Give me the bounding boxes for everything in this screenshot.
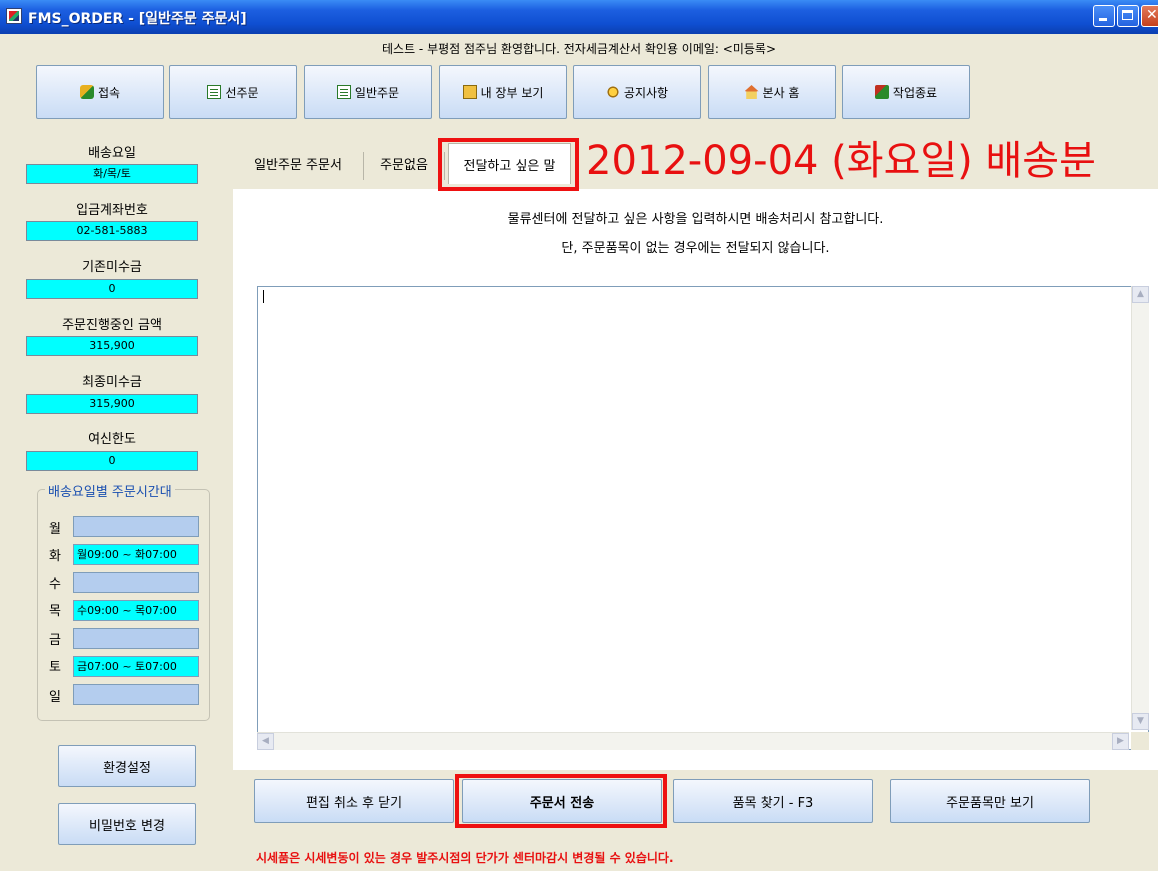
exit-work-button[interactable]: 작업종료 xyxy=(842,65,970,119)
schedule-tue: 월09:00 ~ 화07:00 xyxy=(73,544,199,565)
close-button[interactable] xyxy=(1141,5,1158,27)
message-textarea[interactable] xyxy=(257,286,1149,750)
in-progress-amount-label: 주문진행중인 금액 xyxy=(62,318,162,333)
send-order-button[interactable]: 주문서 전송 xyxy=(462,779,662,823)
minimize-button[interactable] xyxy=(1093,5,1115,27)
app-window: FMS_ORDER - [일반주문 주문서] 테스트 - 부평점 점주님 환영합… xyxy=(0,0,1158,871)
day-label-sat: 토 xyxy=(49,660,61,675)
schedule-mon xyxy=(73,516,199,537)
schedule-sat: 금07:00 ~ 토07:00 xyxy=(73,656,199,677)
notice-button[interactable]: 공지사항 xyxy=(573,65,701,119)
account-number-label: 입금계좌번호 xyxy=(76,203,148,218)
title-bar[interactable]: FMS_ORDER - [일반주문 주문서] xyxy=(0,0,1158,34)
welcome-message: 테스트 - 부평점 점주님 환영합니다. 전자세금계산서 확인용 이메일: <미… xyxy=(381,42,776,56)
day-label-wed: 수 xyxy=(49,577,61,592)
schedule-group-title: 배송요일별 주문시간대 xyxy=(45,481,175,500)
delivery-days-value: 화/목/토 xyxy=(26,164,198,184)
tab-message[interactable]: 전달하고 싶은 말 xyxy=(448,143,571,184)
home-icon xyxy=(744,85,759,99)
hq-home-button-label: 본사 홈 xyxy=(762,85,800,100)
plug-icon xyxy=(79,85,94,99)
credit-limit-value: 0 xyxy=(26,451,198,471)
general-order-button[interactable]: 일반주문 xyxy=(304,65,432,119)
my-ledger-button-label: 내 장부 보기 xyxy=(480,85,544,100)
change-password-button[interactable]: 비밀번호 변경 xyxy=(58,803,196,845)
list-icon xyxy=(336,85,351,99)
exit-icon xyxy=(874,85,889,99)
delivery-date-title: 2012-09-04 (화요일) 배송분 xyxy=(586,138,1096,184)
delivery-days-label: 배송요일 xyxy=(88,146,136,161)
window-title: FMS_ORDER - [일반주문 주문서] xyxy=(28,11,247,27)
schedule-fri xyxy=(73,628,199,649)
speaker-icon xyxy=(605,85,620,99)
account-number-value: 02-581-5883 xyxy=(26,221,198,241)
connect-button-label: 접속 xyxy=(97,85,121,100)
general-order-button-label: 일반주문 xyxy=(354,85,400,100)
previous-receivable-label: 기존미수금 xyxy=(82,260,142,275)
cancel-close-button[interactable]: 편집 취소 후 닫기 xyxy=(254,779,454,823)
view-items-button[interactable]: 주문품목만 보기 xyxy=(890,779,1090,823)
instruction-line-1: 물류센터에 전달하고 싶은 사항을 입력하시면 배송처리시 참고합니다. xyxy=(507,212,884,227)
instruction-line-2: 단, 주문품목이 없는 경우에는 전달되지 않습니다. xyxy=(561,241,830,256)
tab-general-order[interactable]: 일반주문 주문서 xyxy=(233,143,363,184)
day-label-sun: 일 xyxy=(49,690,61,705)
day-label-thu: 목 xyxy=(49,604,61,619)
exit-work-button-label: 작업종료 xyxy=(892,85,938,100)
pre-order-button[interactable]: 선주문 xyxy=(169,65,297,119)
app-icon xyxy=(6,8,22,24)
schedule-wed xyxy=(73,572,199,593)
hq-home-button[interactable]: 본사 홈 xyxy=(708,65,836,119)
credit-limit-label: 여신한도 xyxy=(88,432,136,447)
find-item-button[interactable]: 품목 찾기 - F3 xyxy=(673,779,873,823)
final-receivable-value: 315,900 xyxy=(26,394,198,414)
day-label-tue: 화 xyxy=(49,549,61,564)
day-label-fri: 금 xyxy=(49,633,61,648)
price-warning: 시세품은 시세변동이 있는 경우 발주시점의 단가가 센터마감시 변경될 수 있… xyxy=(256,851,674,865)
notice-button-label: 공지사항 xyxy=(623,85,669,100)
connect-button[interactable]: 접속 xyxy=(36,65,164,119)
my-ledger-button[interactable]: 내 장부 보기 xyxy=(439,65,567,119)
day-label-mon: 월 xyxy=(49,522,61,537)
in-progress-amount-value: 315,900 xyxy=(26,336,198,356)
tab-separator xyxy=(444,152,445,180)
schedule-thu: 수09:00 ~ 목07:00 xyxy=(73,600,199,621)
schedule-sun xyxy=(73,684,199,705)
previous-receivable-value: 0 xyxy=(26,279,198,299)
maximize-button[interactable] xyxy=(1117,5,1139,27)
tab-separator xyxy=(363,152,364,180)
pre-order-button-label: 선주문 xyxy=(225,85,259,100)
settings-button[interactable]: 환경설정 xyxy=(58,745,196,787)
book-icon xyxy=(462,85,477,99)
list-icon xyxy=(207,85,222,99)
final-receivable-label: 최종미수금 xyxy=(82,375,142,390)
tab-no-order[interactable]: 주문없음 xyxy=(368,143,440,184)
